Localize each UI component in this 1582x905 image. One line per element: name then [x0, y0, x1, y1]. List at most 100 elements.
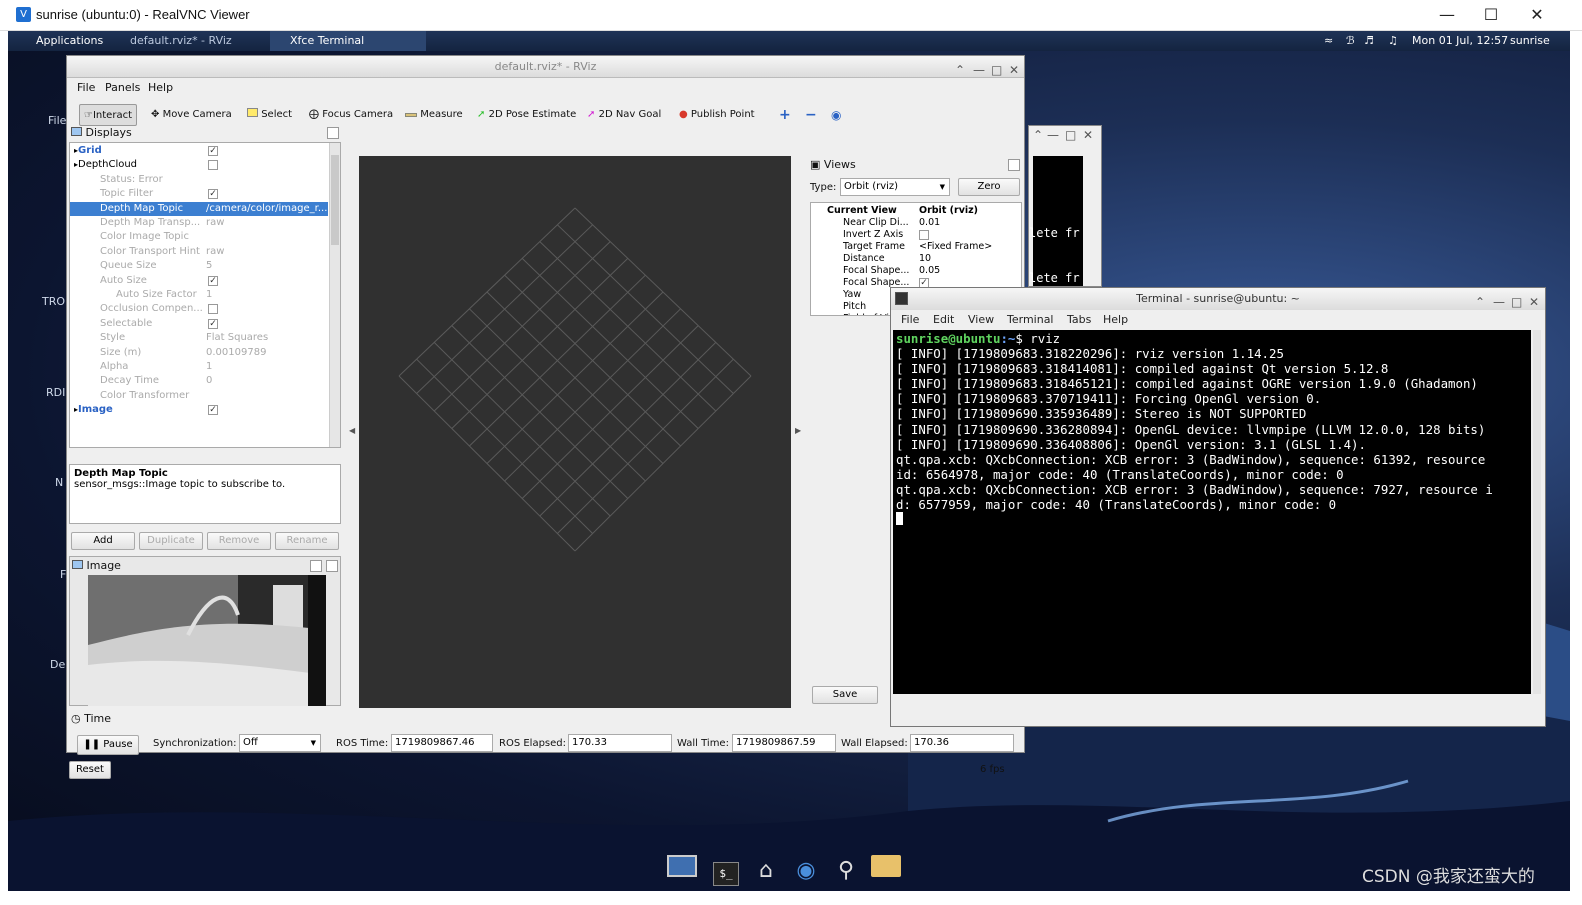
maximize-icon[interactable]: □ — [1065, 128, 1076, 142]
applications-menu[interactable]: Applications — [36, 34, 103, 47]
expand-icon[interactable]: ▸ — [74, 144, 78, 158]
sync-select[interactable]: Off ▼ — [239, 734, 321, 752]
eye-icon[interactable]: ◉ — [831, 104, 841, 126]
view-property-row[interactable]: Invert Z Axis — [811, 229, 1021, 241]
display-row-value[interactable]: 0 — [206, 374, 212, 388]
desktop-label-de[interactable]: De — [50, 658, 65, 671]
add-tool-icon[interactable]: + — [779, 104, 791, 126]
view-property-value[interactable]: 0.01 — [919, 217, 940, 229]
display-row[interactable]: Status: Error — [70, 173, 328, 187]
displays-scrollbar[interactable] — [329, 143, 340, 447]
web-browser-icon[interactable]: ◉ — [788, 855, 824, 887]
display-checkbox[interactable]: ✓ — [208, 146, 218, 156]
task-terminal[interactable]: Xfce Terminal — [270, 31, 426, 51]
display-row[interactable]: Depth Map Topic/camera/color/image_r... — [70, 201, 328, 216]
home-folder-icon[interactable]: ⌂ — [748, 855, 784, 887]
display-checkbox[interactable] — [208, 160, 218, 171]
right-collapse-icon[interactable]: ▶ — [795, 426, 801, 435]
remove-button[interactable]: Remove — [207, 532, 271, 550]
display-row[interactable]: Depth Map Transp... raw — [70, 216, 328, 230]
display-row-value[interactable]: 1 — [206, 288, 212, 302]
display-row-value[interactable]: 1 — [206, 360, 212, 374]
terminal-titlebar[interactable]: Terminal - sunrise@ubuntu: ~ ⌃ — □ ✕ — [891, 288, 1545, 310]
close-panel-icon[interactable] — [326, 560, 338, 572]
shade-icon[interactable]: ⌃ — [1033, 128, 1043, 142]
display-row[interactable]: Style Flat Squares — [70, 331, 328, 345]
close-icon[interactable]: ✕ — [1526, 4, 1548, 26]
term-menu-view[interactable]: View — [968, 313, 994, 326]
remove-tool-icon[interactable]: − — [805, 104, 817, 126]
tool-move-camera[interactable]: ✥ Move Camera — [151, 104, 232, 126]
display-row-value[interactable]: raw — [206, 245, 224, 259]
display-row[interactable]: Selectable ✓ — [70, 317, 328, 331]
display-row[interactable]: Size (m) 0.00109789 — [70, 346, 328, 360]
menu-panels[interactable]: Panels — [105, 81, 140, 94]
display-row-value[interactable]: raw — [206, 216, 224, 230]
terminal-scrollbar[interactable] — [1533, 330, 1541, 694]
menu-help[interactable]: Help — [148, 81, 173, 94]
float-panel-icon[interactable] — [327, 127, 339, 139]
tool-publish-point[interactable]: ● Publish Point — [679, 104, 755, 126]
view-property-row[interactable]: Target Frame <Fixed Frame> — [811, 241, 1021, 253]
view-property-row[interactable]: Distance 10 — [811, 253, 1021, 265]
tool-2d-pose-estimate[interactable]: ➚ 2D Pose Estimate — [477, 104, 576, 126]
desktop-label-tro[interactable]: TRO — [42, 295, 65, 308]
view-checkbox[interactable] — [919, 230, 929, 240]
background-terminal-window[interactable]: ⌃ — □ ✕ lete fr lete fr — [1028, 125, 1102, 287]
pause-button[interactable]: ❚❚ Pause — [77, 735, 139, 755]
zero-button[interactable]: Zero — [958, 178, 1020, 196]
display-checkbox[interactable]: ✓ — [208, 275, 218, 286]
search-icon[interactable]: ⚲ — [828, 855, 864, 887]
expand-icon[interactable]: ▸ — [74, 158, 78, 172]
tool-focus-camera[interactable]: ⨁ Focus Camera — [309, 104, 393, 126]
display-row[interactable]: Queue Size 5 — [70, 259, 328, 273]
term-menu-terminal[interactable]: Terminal — [1007, 313, 1054, 326]
tool-measure[interactable]: Measure — [405, 104, 463, 126]
tool-2d-nav-goal[interactable]: ➚ 2D Nav Goal — [587, 104, 661, 126]
display-row[interactable]: Color Image Topic — [70, 230, 328, 244]
term-menu-help[interactable]: Help — [1103, 313, 1128, 326]
show-desktop-icon[interactable] — [664, 855, 700, 887]
display-row[interactable]: Color Transformer — [70, 389, 328, 403]
display-row-value[interactable]: 0.00109789 — [206, 346, 266, 360]
desktop-label-rdi[interactable]: RDI — [46, 386, 65, 399]
volume-icon[interactable]: ♬ — [1364, 34, 1374, 47]
terminal-icon[interactable]: $_ — [708, 855, 744, 887]
task-rviz[interactable]: default.rviz* - RViz — [130, 34, 232, 47]
display-row[interactable]: Color Transport Hint raw — [70, 245, 328, 259]
desktop-label-n[interactable]: N — [55, 476, 63, 489]
view-property-value[interactable]: Orbit (rviz) — [919, 205, 978, 217]
duplicate-button[interactable]: Duplicate — [139, 532, 203, 550]
tool-interact[interactable]: ☞Interact — [79, 104, 137, 126]
display-row[interactable]: Auto Size ✓ — [70, 274, 328, 288]
folder-icon[interactable] — [868, 855, 904, 887]
term-menu-file[interactable]: File — [901, 313, 919, 326]
rename-button[interactable]: Rename — [275, 532, 339, 550]
rviz-titlebar[interactable]: default.rviz* - RViz ⌃ — □ ✕ — [67, 56, 1024, 78]
view-property-value[interactable]: 0.05 — [919, 265, 940, 277]
display-row[interactable]: Auto Size Factor 1 — [70, 288, 328, 302]
desktop-label-file[interactable]: File — [48, 114, 66, 127]
float-panel-icon[interactable] — [310, 560, 322, 572]
view-property-row[interactable]: Focal Shape... 0.05 — [811, 265, 1021, 277]
bluetooth-icon[interactable]: ℬ — [1346, 34, 1355, 47]
display-row[interactable]: Grid ▸ ✓ — [70, 144, 328, 158]
scrollbar-thumb[interactable] — [331, 155, 339, 245]
user-name[interactable]: sunrise — [1510, 34, 1550, 47]
minimize-icon[interactable]: — — [1047, 128, 1059, 142]
wall-elapsed-field[interactable]: 170.36 — [910, 734, 1014, 752]
terminal-screen[interactable]: sunrise@ubuntu:~$ rviz [ INFO] [17198096… — [893, 330, 1531, 694]
wall-time-field[interactable]: 1719809867.59 — [732, 734, 836, 752]
add-button[interactable]: Add — [71, 532, 135, 550]
menu-file[interactable]: File — [77, 81, 95, 94]
tool-select[interactable]: Select — [247, 104, 292, 126]
display-checkbox[interactable] — [208, 304, 218, 315]
display-row-value[interactable]: 5 — [206, 259, 212, 273]
view-property-row[interactable]: Current View Orbit (rviz) — [811, 205, 1021, 217]
reset-button[interactable]: Reset — [69, 761, 111, 779]
display-row-value[interactable]: Flat Squares — [206, 331, 268, 345]
display-checkbox[interactable]: ✓ — [208, 189, 218, 200]
maximize-icon[interactable]: ☐ — [1480, 4, 1502, 26]
3d-viewport[interactable] — [359, 156, 791, 708]
display-row-value[interactable]: /camera/color/image_r... — [206, 202, 327, 216]
